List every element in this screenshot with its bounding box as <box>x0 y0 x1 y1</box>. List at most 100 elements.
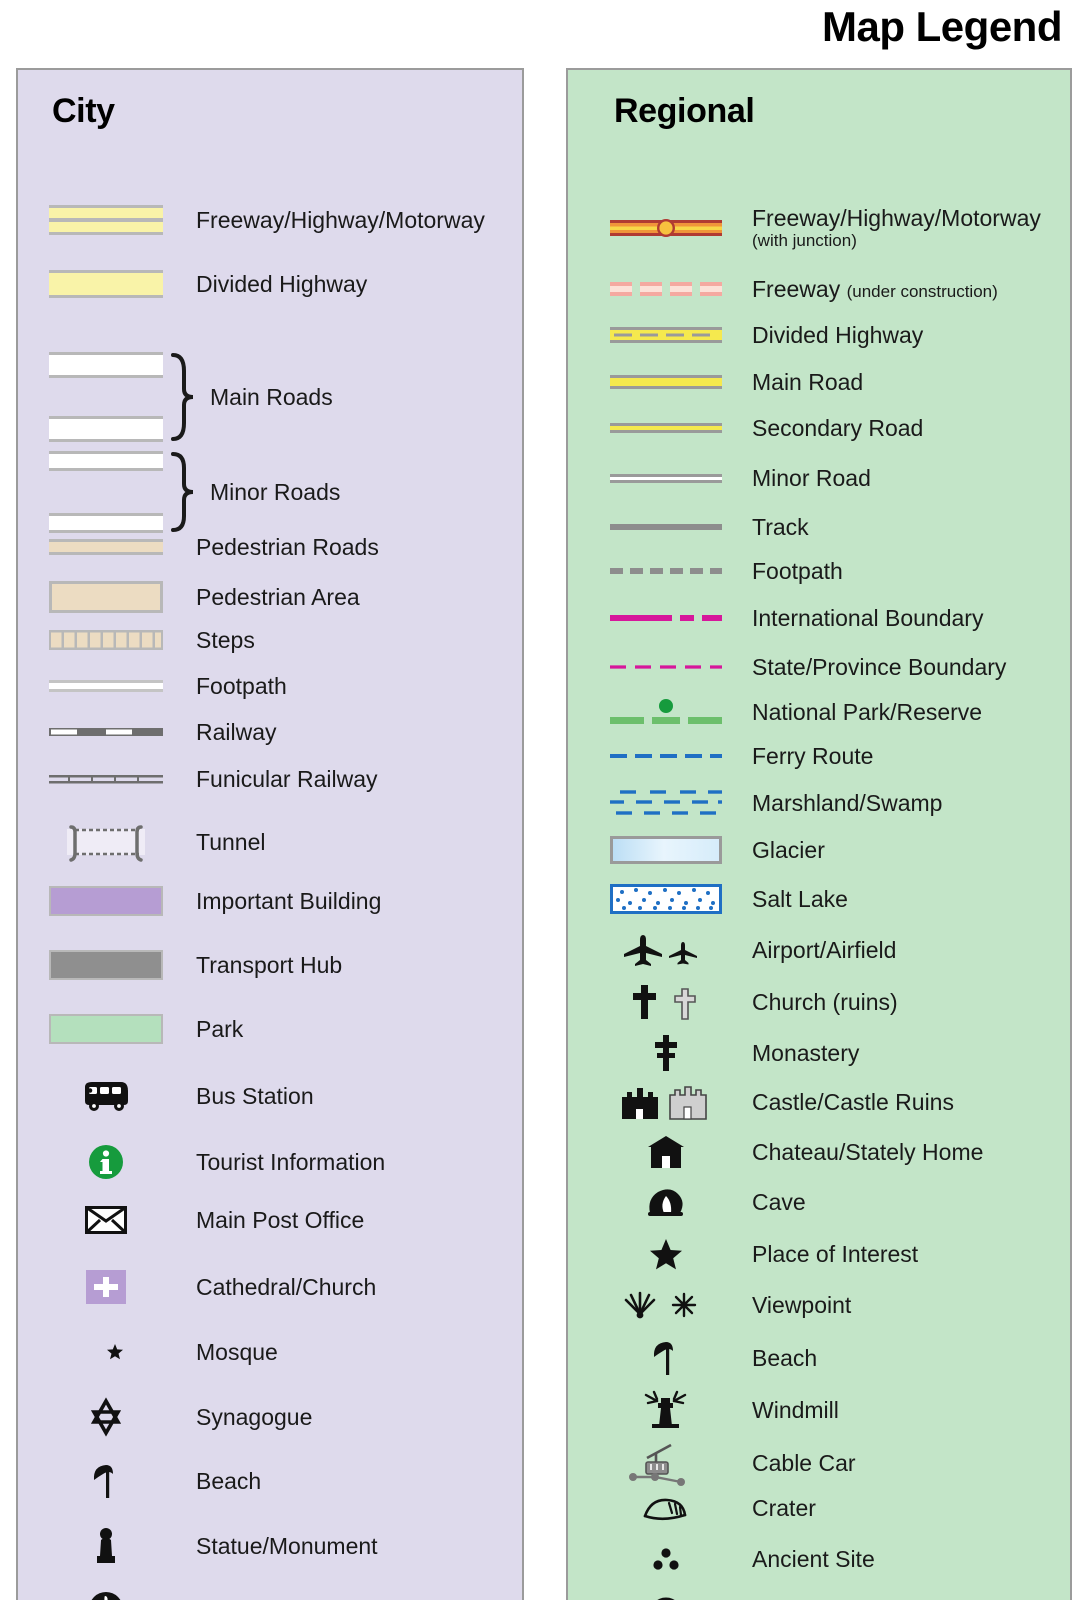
legend-label: Pedestrian Roads <box>196 534 379 560</box>
legend-label: Important Building <box>196 887 382 914</box>
legend-row[interactable]: Mosque <box>18 1334 522 1370</box>
legend-row[interactable]: Footpath <box>568 559 1070 584</box>
tunnel-swatch <box>36 819 176 865</box>
legend-label: Railway <box>196 719 277 745</box>
legend-label: Pedestrian Area <box>196 583 360 610</box>
legend-row[interactable]: Pedestrian Roads <box>18 535 522 560</box>
legend-row[interactable]: Windmill <box>568 1390 1070 1430</box>
legend-row[interactable]: Synagogue <box>18 1397 522 1437</box>
legend-label: Freeway/Highway/Motorway <box>196 206 485 233</box>
legend-row[interactable]: Footpath <box>18 674 522 699</box>
legend-row[interactable]: Minor Road <box>568 466 1070 491</box>
legend-row[interactable]: International Boundary <box>568 606 1070 631</box>
legend-row[interactable]: Ferry Route <box>568 744 1070 769</box>
legend-row[interactable]: Main Roads <box>18 352 522 442</box>
legend-row[interactable]: Cave <box>568 1185 1070 1219</box>
legend-label: Monastery <box>752 1039 860 1066</box>
legend-row[interactable]: Ancient Site <box>568 1544 1070 1574</box>
legend-row[interactable]: Bus Station <box>18 1079 522 1113</box>
legend-label: Minor Road <box>752 465 871 491</box>
legend-row[interactable]: Salt Lake <box>568 884 1070 914</box>
legend-row[interactable]: Freeway (under construction) <box>568 277 1070 302</box>
marshland-swatch <box>596 786 736 820</box>
legend-label: Bus Station <box>196 1082 314 1109</box>
pedestrian-road-swatch <box>36 539 176 556</box>
legend-row[interactable]: Viewpoint <box>568 1288 1070 1322</box>
legend-row[interactable]: Beach <box>18 1462 522 1500</box>
legend-row[interactable]: Park <box>18 1014 522 1044</box>
legend-row[interactable]: Marshland/Swamp <box>568 786 1070 820</box>
legend-label: Funicular Railway <box>196 766 378 792</box>
legend-label: Viewpoint <box>752 1291 852 1318</box>
legend-row[interactable]: Minor Roads <box>18 451 522 533</box>
statue-icon <box>36 1526 176 1566</box>
main-road-swatch <box>596 375 736 390</box>
bus-icon <box>36 1079 176 1113</box>
legend-row[interactable]: Crater <box>568 1493 1070 1523</box>
legend-row[interactable]: Important Building <box>18 886 522 916</box>
legend-row[interactable]: Monastery <box>568 1033 1070 1073</box>
legend-row[interactable]: Glacier <box>568 836 1070 864</box>
star-of-david-icon <box>36 1397 176 1437</box>
legend-row[interactable]: Funicular Railway <box>18 767 522 792</box>
legend-row[interactable]: Tourist Information <box>18 1142 522 1182</box>
legend-label: Transport Hub <box>196 951 343 978</box>
legend-row[interactable]: Freeway/Highway/Motorway (with junction) <box>568 206 1070 250</box>
legend-row[interactable]: Beach <box>568 1339 1070 1377</box>
freeway-junction-swatch <box>596 215 736 241</box>
chateau-icon <box>596 1134 736 1170</box>
legend-row[interactable]: National Park/Reserve <box>568 697 1070 727</box>
main-roads-swatch <box>36 352 176 442</box>
legend-row[interactable]: Main Post Office <box>18 1206 522 1234</box>
legend-label: Tunnel <box>196 828 266 855</box>
legend-label: Beach <box>752 1344 818 1371</box>
legend-row[interactable]: Airport/Airfield <box>568 933 1070 967</box>
airplane-icon <box>596 933 736 967</box>
legend-row[interactable]: Castle/Castle Ruins <box>568 1083 1070 1121</box>
legend-row[interactable]: Transport Hub <box>18 950 522 980</box>
funicular-railway-swatch <box>36 772 176 786</box>
legend-row[interactable]: State/Province Boundary <box>568 655 1070 680</box>
legend-row[interactable]: Track <box>568 515 1070 540</box>
legend-row[interactable]: Chateau/Stately Home <box>568 1134 1070 1170</box>
legend-label: Tourist Information <box>196 1148 386 1175</box>
legend-row[interactable]: Divided Highway <box>18 270 522 298</box>
legend-row[interactable]: Railway <box>18 720 522 745</box>
legend-row[interactable]: Cathedral/Church <box>18 1270 522 1304</box>
legend-row[interactable]: Airport <box>18 1589 522 1600</box>
legend-label: Salt Lake <box>752 885 848 912</box>
pedestrian-area-swatch <box>36 581 176 613</box>
cross-icon <box>596 983 736 1021</box>
legend-label: Secondary Road <box>752 415 924 441</box>
legend-label: Minor Roads <box>210 478 341 505</box>
legend-label: Footpath <box>196 673 287 699</box>
legend-row[interactable]: Steps <box>18 628 522 653</box>
legend-label: Main Post Office <box>196 1206 365 1233</box>
page-title: Map Legend <box>821 3 1063 50</box>
legend-row[interactable]: Place of Interest <box>568 1237 1070 1271</box>
legend-label: National Park/Reserve <box>752 698 983 725</box>
cable-car-icon <box>596 1441 736 1486</box>
legend-row[interactable]: Freeway/Highway/Motorway <box>18 205 522 235</box>
legend-label-sub: (under construction) <box>846 282 998 301</box>
beach-umbrella-icon <box>596 1339 736 1377</box>
legend-row[interactable]: Pedestrian Area <box>18 581 522 613</box>
legend-row[interactable]: Tunnel <box>18 819 522 865</box>
legend-row[interactable]: Church (ruins) <box>568 983 1070 1021</box>
footpath-dashed-swatch <box>596 567 736 575</box>
legend-row[interactable]: Cable Car <box>568 1441 1070 1486</box>
legend-label: Freeway/Highway/Motorway (with junction) <box>752 206 1041 250</box>
regional-heading: Regional <box>614 92 755 130</box>
park-swatch <box>36 1014 176 1044</box>
monastery-cross-icon <box>596 1033 736 1073</box>
important-building-swatch <box>36 886 176 916</box>
legend-label: Synagogue <box>196 1403 313 1430</box>
church-cross-icon <box>36 1270 176 1304</box>
legend-row[interactable]: Secondary Road <box>568 416 1070 441</box>
legend-label-main: Freeway/Highway/Motorway <box>752 205 1041 231</box>
info-icon <box>36 1142 176 1182</box>
legend-row[interactable]: Statue/Monument <box>18 1526 522 1566</box>
legend-row[interactable]: Border Control <box>568 1595 1070 1600</box>
legend-row[interactable]: Main Road <box>568 370 1070 395</box>
legend-row[interactable]: Divided Highway <box>568 323 1070 348</box>
